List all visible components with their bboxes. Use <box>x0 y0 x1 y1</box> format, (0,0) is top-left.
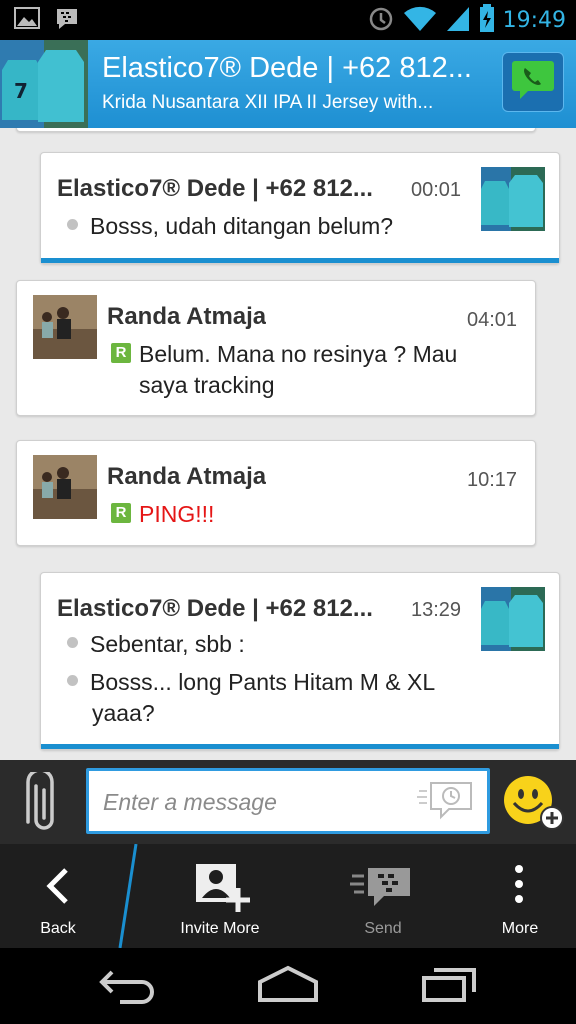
chat-subtitle: Krida Nusantara XII IPA II Jersey with..… <box>102 92 434 113</box>
message-sender: Randa Atmaja <box>107 463 267 490</box>
sender-thumbnail[interactable] <box>481 167 545 231</box>
gallery-icon <box>14 6 40 37</box>
attach-paperclip-icon[interactable] <box>24 768 64 841</box>
system-nav-bar <box>0 948 576 1024</box>
phone-chat-icon <box>510 59 556 106</box>
action-bar-divider <box>116 843 140 953</box>
message-sender: Elastico7® Dede | +62 812... <box>57 595 373 622</box>
nav-recents-icon[interactable] <box>420 964 480 1009</box>
status-bar: 19:49 <box>0 0 576 40</box>
message-placeholder: Enter a message <box>103 789 277 815</box>
svg-text:7: 7 <box>14 79 28 103</box>
message-line: Bosss, udah ditangan belum? <box>67 211 393 242</box>
read-receipt-icon: R <box>111 342 131 363</box>
phone-chat-button[interactable] <box>502 52 564 112</box>
message-input[interactable]: Enter a message <box>86 768 490 834</box>
message-bubble[interactable]: Elastico7® Dede | +62 812... 00:01 Bosss… <box>40 152 560 264</box>
invite-contact-icon <box>194 862 252 919</box>
action-bar: Back Invite More Send More <box>0 843 576 949</box>
message-divider <box>41 744 559 749</box>
message-time: 13:29 <box>411 599 462 621</box>
message-bubble[interactable]: Randa Atmaja 04:01 R Belum. Mana no resin… <box>16 280 536 416</box>
message-line: yaaa? <box>92 700 155 726</box>
emoticon-add-icon[interactable] <box>502 770 566 839</box>
message-line: Sebentar, sbb : <box>67 629 245 660</box>
battery-icon <box>479 4 495 37</box>
compose-bar: Enter a message <box>0 760 576 844</box>
nav-home-icon[interactable] <box>256 964 320 1009</box>
message-divider <box>41 258 559 263</box>
invite-more-button[interactable]: Invite More <box>160 844 280 948</box>
status-time: 19:49 <box>502 8 566 33</box>
send-label: Send <box>364 920 402 937</box>
send-bbm-icon <box>350 866 414 915</box>
message-bubble[interactable]: Elastico7® Dede | +62 812... 13:29 Seben… <box>40 572 560 750</box>
unread-dot-icon <box>67 219 78 231</box>
contact-avatar[interactable]: 7 <box>0 40 88 128</box>
more-overflow-icon <box>514 864 524 909</box>
more-label: More <box>501 920 539 937</box>
wifi-icon <box>403 5 437 36</box>
invite-more-label: Invite More <box>180 920 260 937</box>
unread-dot-icon <box>67 637 78 649</box>
message-line: R PING!!! <box>111 499 214 530</box>
back-chevron-icon <box>42 866 72 911</box>
more-button[interactable]: More <box>470 844 570 948</box>
chat-title: Elastico7® Dede | +62 812... <box>102 52 472 84</box>
back-label: Back <box>40 920 76 937</box>
message-time: 04:01 <box>467 309 518 331</box>
back-button[interactable]: Back <box>0 844 116 948</box>
signal-icon <box>445 5 471 36</box>
alarm-icon <box>367 4 395 37</box>
sender-thumbnail[interactable] <box>33 455 97 519</box>
ping-text: PING!!! <box>139 501 215 527</box>
message-sender: Randa Atmaja <box>107 303 267 330</box>
nav-back-icon[interactable] <box>98 964 158 1009</box>
send-button[interactable]: Send <box>330 844 436 948</box>
previous-message-bubble <box>16 128 536 132</box>
message-sender: Elastico7® Dede | +62 812... <box>57 175 373 202</box>
speech-bubble-clock-icon <box>417 781 475 828</box>
unread-dot-icon <box>67 675 78 687</box>
sender-thumbnail[interactable] <box>481 587 545 651</box>
message-time: 10:17 <box>467 469 518 491</box>
conversation-area[interactable]: Elastico7® Dede | +62 812... 00:01 Bosss… <box>0 128 576 760</box>
message-time: 00:01 <box>411 179 462 201</box>
read-receipt-icon: R <box>111 502 131 523</box>
message-bubble[interactable]: Randa Atmaja 10:17 R PING!!! <box>16 440 536 546</box>
chat-header[interactable]: 7 Elastico7® Dede | +62 812... Krida Nus… <box>0 40 576 128</box>
message-line: Bosss... long Pants Hitam M & XL <box>67 667 435 698</box>
message-line: saya tracking <box>139 372 275 398</box>
bbm-notification-icon <box>54 6 80 37</box>
message-line: R Belum. Mana no resinya ? Mau <box>111 339 457 370</box>
sender-thumbnail[interactable] <box>33 295 97 359</box>
